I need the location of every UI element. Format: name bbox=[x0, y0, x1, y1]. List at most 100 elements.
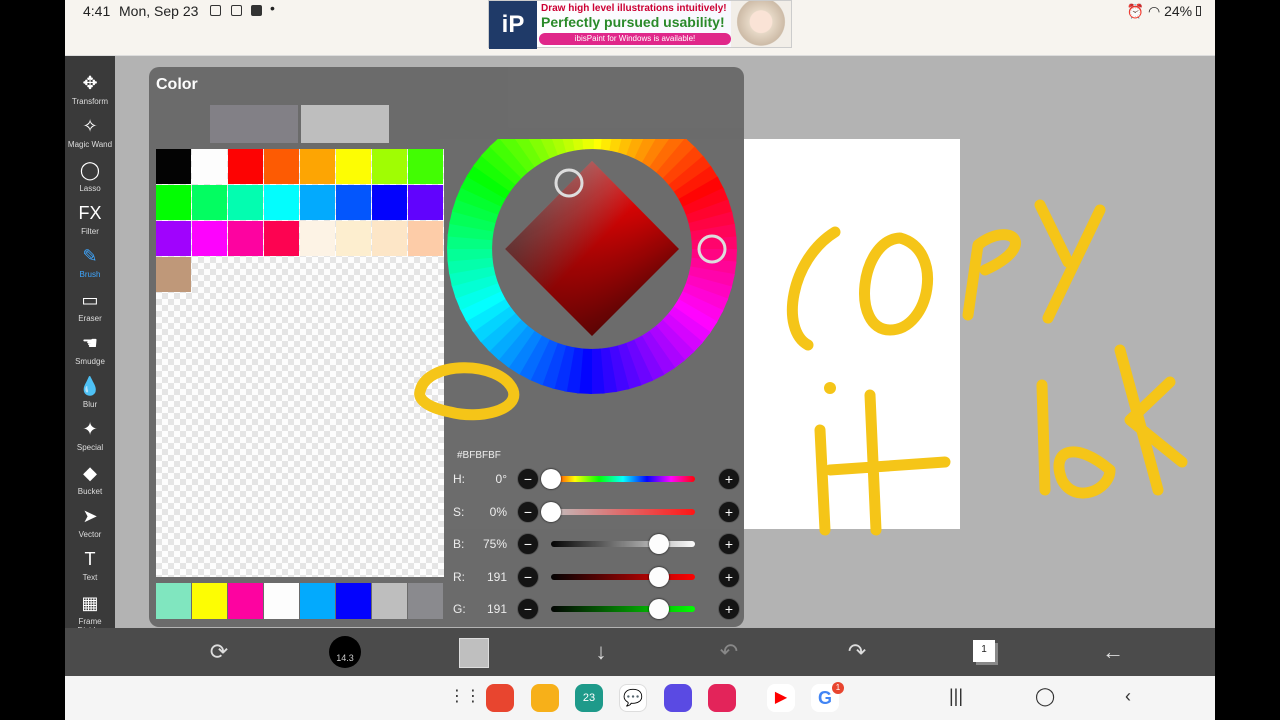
slider-increment-button[interactable]: + bbox=[718, 533, 740, 555]
recent-color-swatch[interactable] bbox=[300, 583, 335, 619]
app-youtube-icon[interactable]: ▶ bbox=[767, 684, 795, 712]
slider-knob[interactable] bbox=[649, 534, 669, 554]
recent-color-swatch[interactable] bbox=[408, 583, 443, 619]
palette-swatch[interactable] bbox=[192, 221, 227, 256]
tool-filter[interactable]: FX Filter bbox=[65, 198, 115, 241]
palette-swatch[interactable] bbox=[192, 185, 227, 220]
home-icon[interactable]: ◯ bbox=[1035, 686, 1055, 707]
layers-button[interactable]: 1 bbox=[973, 640, 995, 662]
color-wheel-svg[interactable] bbox=[441, 139, 744, 439]
palette-swatch[interactable] bbox=[408, 221, 443, 256]
tool-special[interactable]: ✦ Special bbox=[65, 414, 115, 457]
app-calendar-icon[interactable]: 23 bbox=[575, 684, 603, 712]
brush-size-button[interactable]: 14.3 bbox=[329, 636, 361, 668]
palette-swatch[interactable] bbox=[300, 221, 335, 256]
undo-icon[interactable]: ↶ bbox=[713, 636, 745, 668]
battery-icon bbox=[1196, 6, 1201, 16]
palette-swatch[interactable] bbox=[264, 185, 299, 220]
rotate-icon[interactable]: ⟳ bbox=[203, 636, 235, 668]
current-color-button[interactable] bbox=[459, 638, 489, 668]
tool-vector[interactable]: ➤ Vector bbox=[65, 501, 115, 544]
palette-swatch[interactable] bbox=[372, 149, 407, 184]
ad-banner[interactable]: iP Draw high level illustrations intuiti… bbox=[488, 0, 792, 49]
slider-row: S: 0% − + bbox=[441, 499, 744, 525]
slider-track[interactable] bbox=[551, 476, 695, 482]
palette-swatch[interactable] bbox=[228, 185, 263, 220]
back-nav-icon[interactable]: ‹ bbox=[1125, 686, 1131, 707]
tool-transform[interactable]: ✥ Transform bbox=[65, 68, 115, 111]
recent-color-swatch[interactable] bbox=[264, 583, 299, 619]
app-files-icon[interactable] bbox=[531, 684, 559, 712]
hex-value: #BFBFBF bbox=[457, 450, 501, 461]
palette-swatch[interactable] bbox=[408, 185, 443, 220]
status-right: ⏰ ◠ 24% bbox=[1127, 3, 1201, 20]
back-icon[interactable]: ← bbox=[1097, 636, 1129, 668]
palette-swatch[interactable] bbox=[336, 149, 371, 184]
tool-eraser[interactable]: ▭ Eraser bbox=[65, 285, 115, 328]
slider-increment-button[interactable]: + bbox=[718, 565, 740, 588]
palette-swatch[interactable] bbox=[156, 185, 191, 220]
palette-swatch[interactable] bbox=[192, 149, 227, 184]
palette-swatch[interactable] bbox=[336, 221, 371, 256]
slider-track[interactable] bbox=[551, 541, 695, 547]
app-drawer-icon[interactable]: ⋮⋮ bbox=[449, 686, 481, 706]
redo-icon[interactable]: ↷ bbox=[841, 636, 873, 668]
palette-swatch[interactable] bbox=[264, 221, 299, 256]
app-messages-icon[interactable]: 💬 bbox=[619, 684, 647, 712]
slider-decrement-button[interactable]: − bbox=[517, 500, 539, 523]
slider-decrement-button[interactable]: − bbox=[517, 565, 539, 588]
slider-value: 75% bbox=[482, 537, 507, 551]
tool-lasso[interactable]: ◯ Lasso bbox=[65, 155, 115, 198]
slider-knob[interactable] bbox=[649, 599, 669, 619]
current-color-swatch[interactable] bbox=[301, 105, 389, 143]
recent-color-swatch[interactable] bbox=[192, 583, 227, 619]
lasso-icon: ◯ bbox=[79, 159, 101, 180]
tool-bucket[interactable]: ◆ Bucket bbox=[65, 458, 115, 501]
palette-swatch[interactable] bbox=[264, 149, 299, 184]
slider-track[interactable] bbox=[551, 573, 695, 580]
tool-smudge[interactable]: ☚ Smudge bbox=[65, 328, 115, 371]
palette-swatch[interactable] bbox=[156, 149, 191, 184]
tool-frame-divider[interactable]: ▦Frame Divider bbox=[65, 588, 115, 635]
slider-increment-button[interactable]: + bbox=[718, 598, 740, 620]
palette-swatch[interactable] bbox=[156, 257, 191, 292]
slider-knob[interactable] bbox=[649, 566, 669, 587]
slider-track[interactable] bbox=[551, 606, 695, 612]
recent-color-swatch[interactable] bbox=[372, 583, 407, 619]
slider-decrement-button[interactable]: − bbox=[517, 598, 539, 620]
palette-swatch[interactable] bbox=[300, 149, 335, 184]
palette-swatch[interactable] bbox=[408, 149, 443, 184]
palette-swatch[interactable] bbox=[156, 221, 191, 256]
slider-increment-button[interactable]: + bbox=[718, 468, 740, 490]
download-icon[interactable]: ↓ bbox=[585, 636, 617, 668]
app-camera-icon[interactable] bbox=[708, 684, 736, 712]
palette-swatch[interactable] bbox=[372, 221, 407, 256]
palette-swatch[interactable] bbox=[336, 185, 371, 220]
palette-swatch[interactable] bbox=[372, 185, 407, 220]
recent-color-swatch[interactable] bbox=[228, 583, 263, 619]
tool-label: Bucket bbox=[77, 486, 103, 496]
palette-swatch[interactable] bbox=[228, 149, 263, 184]
tool-brush[interactable]: ✎ Brush bbox=[65, 241, 115, 284]
slider-row: G: 191− + bbox=[441, 596, 744, 622]
tool-label: Brush bbox=[79, 270, 101, 280]
tool-text[interactable]: T Text bbox=[65, 544, 115, 587]
previous-color-swatch[interactable] bbox=[210, 105, 298, 143]
slider-increment-button[interactable]: + bbox=[718, 500, 740, 523]
palette-swatch[interactable] bbox=[228, 221, 263, 256]
slider-decrement-button[interactable]: − bbox=[517, 468, 539, 490]
slider-knob[interactable] bbox=[541, 501, 561, 522]
palette-swatch[interactable] bbox=[300, 185, 335, 220]
tool-magic-wand[interactable]: ✧ Magic Wand bbox=[65, 111, 115, 154]
tool-blur[interactable]: 💧 Blur bbox=[65, 371, 115, 414]
tool-label: Blur bbox=[82, 400, 98, 410]
slider-track[interactable] bbox=[551, 508, 695, 515]
recent-color-swatch[interactable] bbox=[336, 583, 371, 619]
app-internet-icon[interactable] bbox=[664, 684, 692, 712]
gallery-icon bbox=[251, 5, 262, 16]
recent-color-swatch[interactable] bbox=[156, 583, 191, 619]
slider-decrement-button[interactable]: − bbox=[517, 533, 539, 555]
slider-knob[interactable] bbox=[541, 469, 561, 489]
recents-icon[interactable]: ||| bbox=[949, 686, 963, 707]
app-notes-icon[interactable] bbox=[486, 684, 514, 712]
